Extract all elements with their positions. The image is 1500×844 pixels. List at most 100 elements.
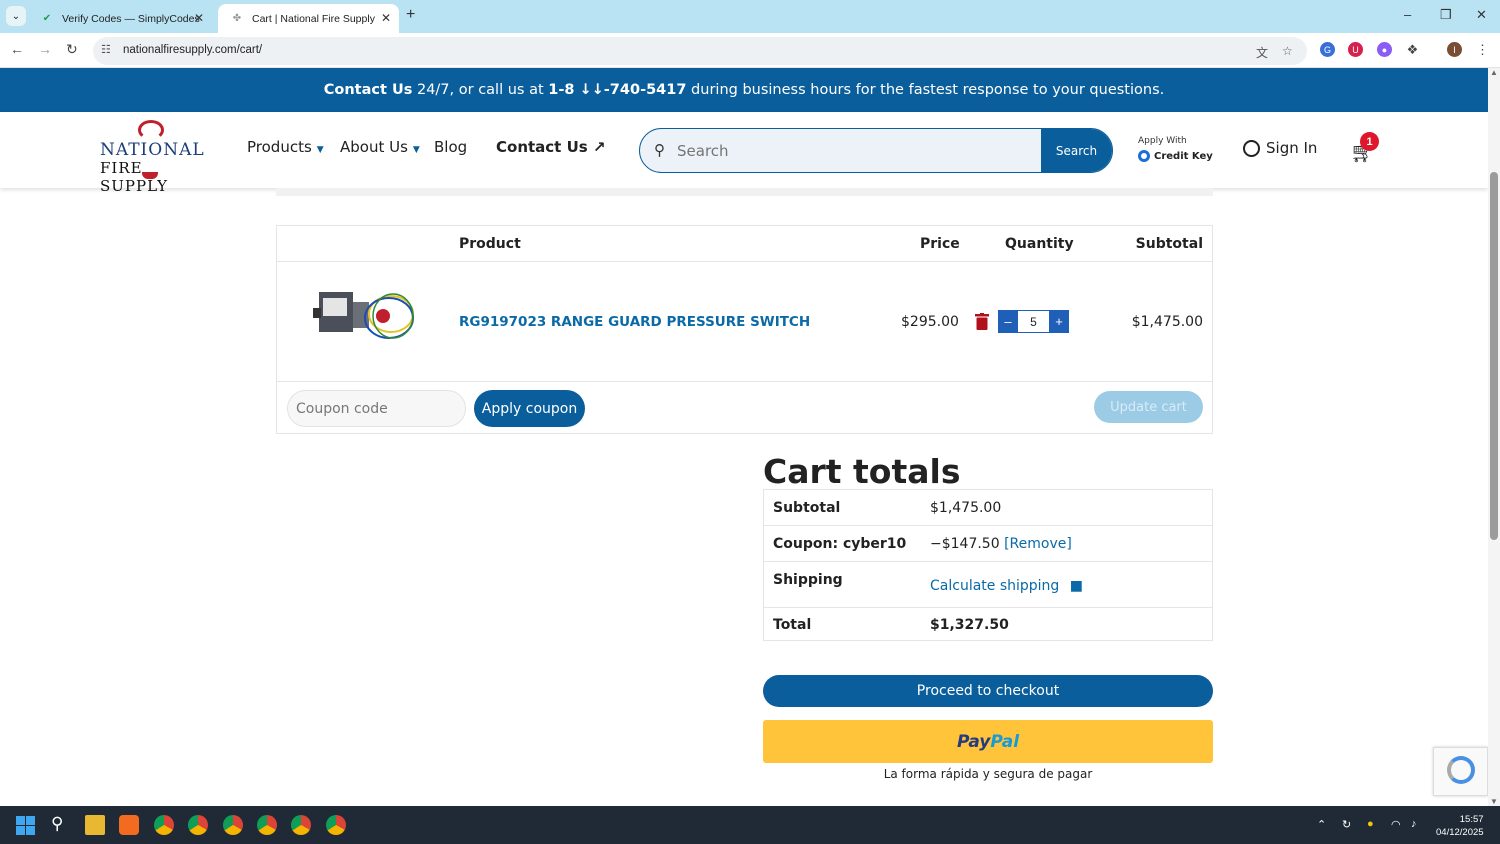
paypal-button[interactable]: Pay Pal: [763, 720, 1213, 763]
column-header-quantity: Quantity: [1005, 236, 1074, 252]
logo-swirl-icon: [138, 120, 164, 140]
new-tab-button[interactable]: +: [406, 6, 415, 24]
windows-taskbar: ⚲ ⌃ ↻ ● ◠ ♪ 15:57 04/12/2025: [0, 806, 1500, 844]
close-window-button[interactable]: ✕: [1476, 7, 1487, 23]
credit-key-logo-icon: [1138, 150, 1150, 162]
purple-extension-icon[interactable]: ●: [1377, 42, 1392, 57]
url-text[interactable]: nationalfiresupply.com/cart/: [123, 44, 262, 56]
tab-national-fire-supply[interactable]: ✤ Cart | National Fire Supply ✕: [218, 4, 399, 33]
close-tab-icon[interactable]: ✕: [381, 11, 391, 25]
total-value: $1,327.50: [930, 617, 1009, 633]
search-icon[interactable]: ⚲: [51, 814, 63, 834]
nav-blog[interactable]: Blog: [434, 138, 467, 156]
scrollbar-thumb[interactable]: [1490, 172, 1498, 540]
maximize-button[interactable]: ❒: [1440, 7, 1452, 23]
column-header-subtotal: Subtotal: [1135, 236, 1203, 252]
sign-in-label: Sign In: [1266, 139, 1318, 157]
calculate-shipping-link[interactable]: Calculate shipping: [930, 578, 1059, 594]
product-price: $295.00: [901, 314, 959, 330]
totals-row-shipping: Shipping Calculate shipping ■: [764, 562, 1212, 608]
wifi-icon[interactable]: ◠: [1391, 818, 1401, 831]
product-thumbnail[interactable]: [311, 284, 419, 348]
tab-simplycodes[interactable]: ✔ Verify Codes — SimplyCodes ✕: [28, 4, 212, 33]
sign-in-link[interactable]: Sign In: [1243, 139, 1317, 157]
coupon-discount-value: −$147.50: [930, 536, 1000, 552]
scroll-up-icon[interactable]: ▲: [1490, 68, 1498, 77]
nav-about-us[interactable]: About Us ▼: [340, 138, 420, 156]
product-name-link[interactable]: RG9197023 RANGE GUARD PRESSURE SWITCH: [459, 314, 810, 330]
paypal-logo-pay: Pay: [956, 731, 991, 752]
divider: [277, 261, 1212, 262]
quantity-stepper: – 5 +: [998, 310, 1069, 333]
nav-products[interactable]: Products ▼: [247, 138, 324, 156]
translate-icon[interactable]: 文: [1256, 44, 1268, 61]
chrome-icon[interactable]: [154, 815, 174, 835]
update-cart-button[interactable]: Update cart: [1094, 391, 1203, 423]
address-bar[interactable]: ☷ nationalfiresupply.com/cart/ 文 ☆: [93, 37, 1307, 65]
credit-key-widget[interactable]: Apply With Credit Key: [1138, 136, 1213, 162]
quantity-input[interactable]: 5: [1018, 310, 1049, 333]
logo-line-1: NATIONAL: [100, 140, 205, 160]
quantity-increase-button[interactable]: +: [1049, 310, 1069, 333]
system-clock[interactable]: 15:57 04/12/2025: [1436, 813, 1484, 839]
site-logo[interactable]: NATIONAL FIRE SUPPLY: [98, 120, 208, 195]
subtotal-value: $1,475.00: [930, 500, 1002, 516]
profile-avatar[interactable]: I: [1447, 42, 1462, 57]
totals-row-total: Total $1,327.50: [764, 608, 1212, 641]
search-bar: ⚲ Search: [639, 128, 1113, 173]
bookmark-star-icon[interactable]: ☆: [1282, 44, 1293, 58]
back-button[interactable]: ←: [10, 41, 24, 57]
announcement-contact[interactable]: Contact Us: [324, 82, 413, 98]
page-scrollbar[interactable]: ▲ ▼: [1488, 68, 1500, 806]
credit-key-label: Credit Key: [1154, 150, 1213, 162]
site-info-icon[interactable]: ☷: [101, 43, 111, 56]
proceed-to-checkout-button[interactable]: Proceed to checkout: [763, 675, 1213, 707]
cart-button[interactable]: 🛒︎ 1: [1350, 132, 1379, 165]
coupon-code-input[interactable]: Coupon code: [287, 390, 466, 427]
announcement-text-2: during business hours for the fastest re…: [686, 82, 1165, 98]
search-icon: ⚲: [654, 142, 665, 159]
remove-coupon-link[interactable]: [Remove]: [1004, 536, 1072, 552]
chrome-icon[interactable]: [257, 815, 277, 835]
apply-coupon-button[interactable]: Apply coupon: [474, 390, 585, 427]
chevron-down-icon: ▼: [412, 145, 420, 155]
quantity-decrease-button[interactable]: –: [998, 310, 1018, 333]
chevron-up-icon[interactable]: ⌃: [1317, 818, 1326, 831]
chrome-icon[interactable]: [188, 815, 208, 835]
minimize-button[interactable]: –: [1404, 7, 1411, 22]
totals-row-coupon: Coupon: cyber10 −$147.50 [Remove]: [764, 526, 1212, 562]
truck-icon[interactable]: ■: [1070, 578, 1083, 594]
tab-search-button[interactable]: ⌄: [6, 6, 26, 26]
arrow-up-right-icon: ↗: [592, 138, 606, 156]
windows-start-icon[interactable]: [16, 816, 35, 835]
notice-strip: [276, 188, 1213, 196]
reload-button[interactable]: ↻: [66, 41, 78, 58]
recaptcha-badge[interactable]: [1433, 747, 1488, 796]
shield-extension-icon[interactable]: U: [1348, 42, 1363, 57]
chrome-menu-icon[interactable]: ⋮: [1475, 42, 1490, 57]
trash-icon[interactable]: [975, 313, 989, 330]
apply-with-label: Apply With: [1138, 136, 1187, 146]
app-icon[interactable]: [119, 815, 139, 835]
forward-button[interactable]: →: [38, 41, 52, 57]
chrome-icon[interactable]: [223, 815, 243, 835]
chrome-icon[interactable]: [291, 815, 311, 835]
file-explorer-icon[interactable]: [85, 815, 105, 835]
announcement-phone[interactable]: 1-8 ↓↓-740-5417: [548, 82, 686, 98]
close-tab-icon[interactable]: ✕: [194, 11, 204, 25]
chrome-icon[interactable]: [326, 815, 346, 835]
tab-title: Verify Codes — SimplyCodes: [62, 12, 200, 25]
volume-icon[interactable]: ♪: [1411, 818, 1417, 830]
search-button[interactable]: Search: [1041, 129, 1112, 172]
sync-icon[interactable]: ↻: [1342, 818, 1351, 831]
simplycodes-favicon-icon: ✔: [42, 13, 52, 24]
nav-contact-us[interactable]: Contact Us ↗: [496, 138, 606, 156]
translate-extension-icon[interactable]: G: [1320, 42, 1335, 57]
cart-table: Product Price Quantity Subtotal RG919702…: [276, 225, 1213, 434]
search-input[interactable]: [677, 129, 1037, 172]
scroll-down-icon[interactable]: ▼: [1490, 797, 1498, 806]
clock-time: 15:57: [1459, 814, 1484, 825]
status-dot-icon[interactable]: ●: [1367, 818, 1374, 830]
announcement-text-1: 24/7, or call us at: [412, 82, 549, 98]
extensions-puzzle-icon[interactable]: ❖: [1405, 42, 1420, 57]
